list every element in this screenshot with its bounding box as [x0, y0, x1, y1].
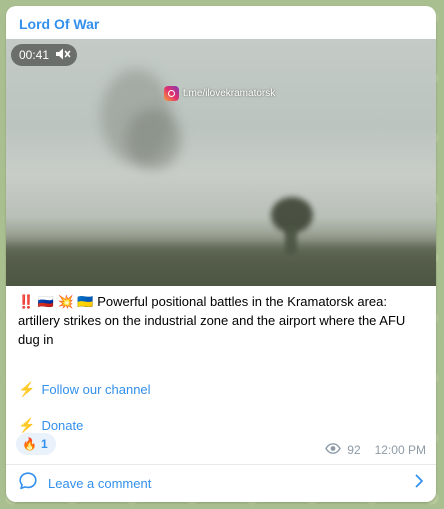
reaction-count: 1: [40, 437, 48, 451]
follow-channel-label[interactable]: Follow our channel: [41, 382, 150, 397]
channel-title[interactable]: Lord Of War: [19, 16, 99, 32]
comment-bubble-icon: [18, 471, 38, 496]
video-player[interactable]: 00:41 t.me/ilovekramatorsk: [6, 39, 436, 286]
follow-channel-link[interactable]: ⚡ Follow our channel: [18, 381, 151, 398]
fire-icon: 🔥: [22, 437, 37, 451]
view-count: 92: [347, 443, 361, 457]
leave-comment-button[interactable]: Leave a comment: [6, 465, 436, 502]
post-emoji: ‼️ 🇷🇺 💥 🇺🇦: [18, 294, 94, 309]
donate-label[interactable]: Donate: [41, 418, 83, 433]
message-time: 12:00 PM: [374, 443, 426, 457]
post-text: ‼️ 🇷🇺 💥 🇺🇦 Powerful positional battles i…: [18, 292, 428, 349]
message-card: Lord Of War 00:41 t.me/ilovekramatorsk ‼…: [6, 6, 436, 502]
lightning-icon: ⚡: [18, 381, 36, 397]
video-watermark: t.me/ilovekramatorsk: [164, 86, 275, 101]
donate-link[interactable]: ⚡ Donate: [18, 417, 83, 434]
treeline: [6, 244, 436, 286]
reaction-fire[interactable]: 🔥 1: [16, 433, 56, 455]
video-duration: 00:41: [19, 48, 50, 62]
lightning-icon: ⚡: [18, 417, 36, 433]
message-meta: 92 12:00 PM: [325, 443, 426, 457]
video-duration-badge[interactable]: 00:41: [11, 44, 78, 66]
instagram-icon: [164, 86, 179, 101]
chevron-right-icon[interactable]: [414, 474, 424, 493]
leave-comment-label[interactable]: Leave a comment: [48, 476, 414, 491]
watermark-text: t.me/ilovekramatorsk: [183, 88, 276, 99]
muted-speaker-icon[interactable]: [55, 47, 71, 64]
smoke-plume-left-lower: [126, 109, 181, 169]
eye-icon: [325, 443, 342, 457]
